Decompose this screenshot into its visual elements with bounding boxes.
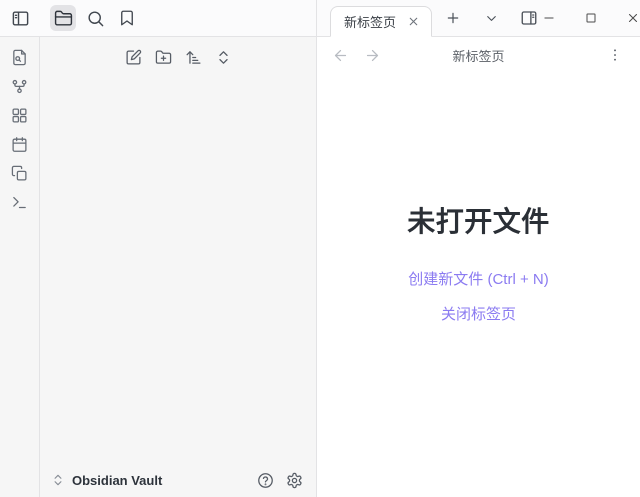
create-new-file-link[interactable]: 创建新文件 (Ctrl + N) <box>408 268 548 289</box>
panel-left-icon <box>11 9 30 28</box>
tab-new-tab[interactable]: 新标签页 <box>330 6 432 37</box>
layout-grid-icon <box>11 107 28 124</box>
tab-close-button[interactable] <box>405 14 421 30</box>
toggle-right-sidebar-button[interactable] <box>517 6 541 30</box>
window-close-button[interactable] <box>625 10 640 26</box>
tab-label: 新标签页 <box>344 12 396 31</box>
file-explorer-pane: Obsidian Vault <box>40 37 316 497</box>
ribbon <box>0 37 40 497</box>
explorer-action-bar <box>40 37 316 68</box>
new-note-button[interactable] <box>122 46 144 68</box>
tab-list-button[interactable] <box>479 6 503 30</box>
file-search-icon <box>11 49 28 66</box>
chevron-down-icon <box>484 11 499 26</box>
tab-files[interactable] <box>50 5 76 31</box>
ribbon-canvas-button[interactable] <box>8 103 32 127</box>
ribbon-templates-button[interactable] <box>8 161 32 185</box>
new-folder-button[interactable] <box>152 46 174 68</box>
tab-search[interactable] <box>82 5 108 31</box>
square-pen-icon <box>125 49 142 66</box>
tab-bar: 新标签页 <box>317 0 640 37</box>
help-button[interactable] <box>254 469 276 491</box>
ribbon-graph-button[interactable] <box>8 74 32 98</box>
window-minimize-button[interactable] <box>541 10 557 26</box>
empty-state: 未打开文件 创建新文件 (Ctrl + N) 关闭标签页 <box>317 57 640 481</box>
graph-icon <box>11 78 28 95</box>
settings-button[interactable] <box>283 469 305 491</box>
bookmark-icon <box>118 9 136 27</box>
toggle-left-sidebar-button[interactable] <box>7 5 33 31</box>
folder-plus-icon <box>155 49 172 66</box>
ribbon-command-palette-button[interactable] <box>8 190 32 214</box>
window-controls <box>541 0 640 36</box>
left-sidebar: Obsidian Vault <box>0 0 317 497</box>
tab-bar-actions <box>441 0 541 36</box>
tab-bookmarks[interactable] <box>114 5 140 31</box>
help-circle-icon <box>257 472 274 489</box>
search-icon <box>86 9 105 28</box>
panel-right-icon <box>520 9 538 27</box>
file-list-empty <box>40 68 316 463</box>
copy-icon <box>11 165 28 182</box>
window-maximize-button[interactable] <box>583 10 599 26</box>
plus-icon <box>445 10 461 26</box>
vault-footer: Obsidian Vault <box>40 463 316 497</box>
ribbon-file-search-button[interactable] <box>8 45 32 69</box>
calendar-icon <box>11 136 28 153</box>
ribbon-daily-note-button[interactable] <box>8 132 32 156</box>
sort-order-button[interactable] <box>182 46 204 68</box>
collapse-all-button[interactable] <box>212 46 234 68</box>
new-tab-button[interactable] <box>441 6 465 30</box>
vault-switcher[interactable]: Obsidian Vault <box>51 473 162 488</box>
terminal-icon <box>11 194 28 211</box>
empty-state-title: 未打开文件 <box>407 200 550 240</box>
vault-name: Obsidian Vault <box>72 473 162 488</box>
vault-chevrons-icon <box>51 473 65 487</box>
sort-ascending-icon <box>185 49 202 66</box>
main-pane: 新标签页 <box>317 0 640 497</box>
chevrons-up-down-icon <box>215 49 232 66</box>
gear-icon <box>286 472 303 489</box>
close-tab-link[interactable]: 关闭标签页 <box>441 303 516 324</box>
left-toolbar <box>0 0 316 37</box>
folder-icon <box>54 9 73 28</box>
